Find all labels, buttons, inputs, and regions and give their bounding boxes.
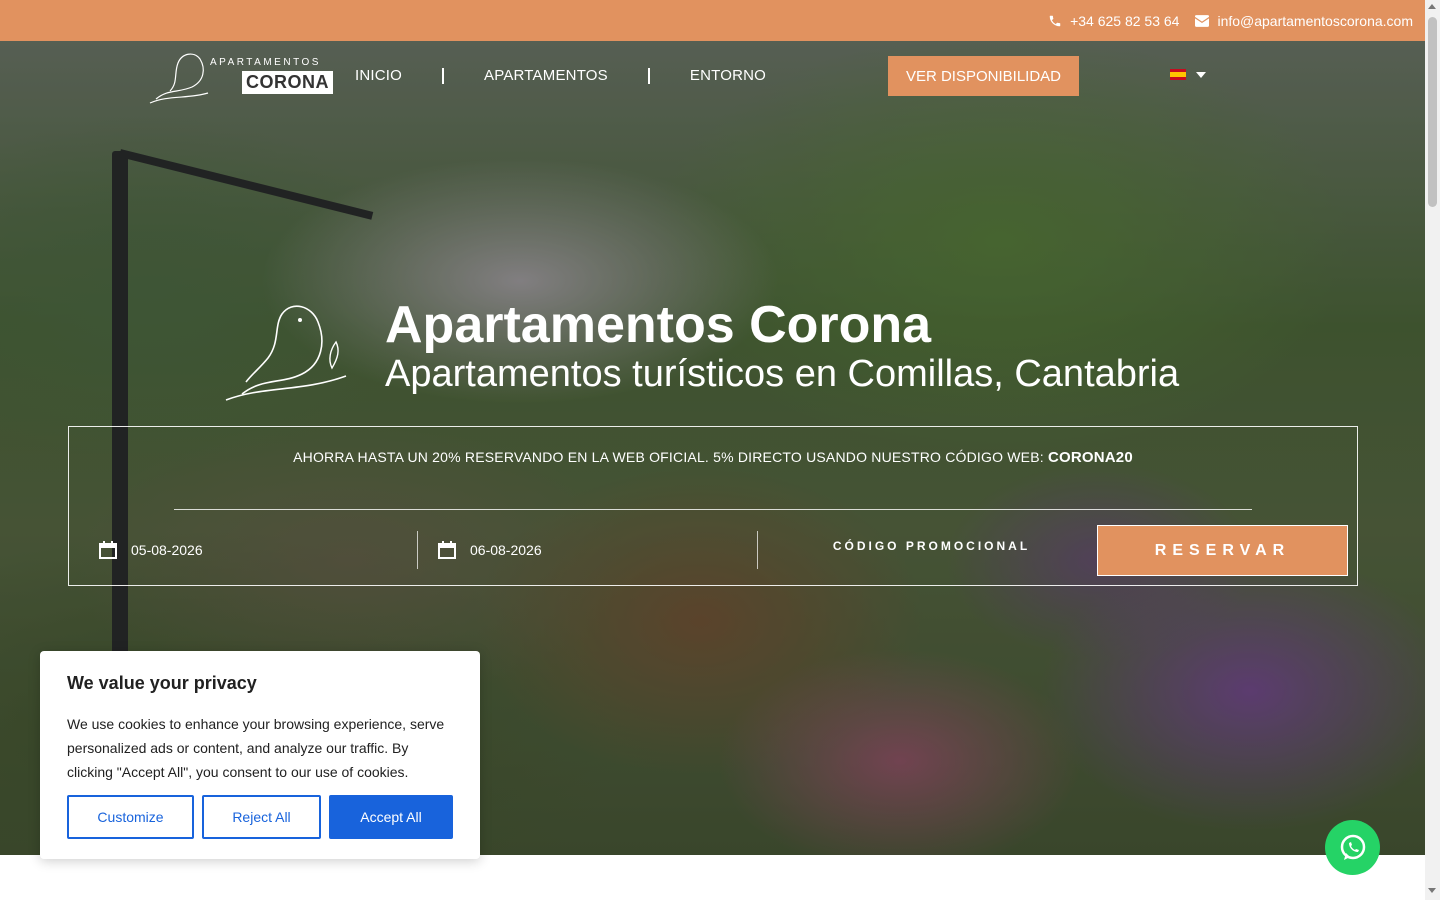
scrollbar-thumb[interactable] (1428, 17, 1437, 207)
nav-item-inicio[interactable]: INICIO (355, 67, 402, 84)
envelope-icon (1195, 14, 1210, 27)
promo-code-value: CORONA20 (1047, 449, 1133, 466)
calendar-icon (438, 541, 456, 559)
main-menu: INICIO APARTAMENTOS ENTORNO (355, 67, 766, 84)
reject-all-button[interactable]: Reject All (202, 795, 321, 839)
email-link[interactable]: info@apartamentoscorona.com (1195, 13, 1413, 29)
check-availability-button[interactable]: VER DISPONIBILIDAD (888, 56, 1079, 96)
promo-code-input[interactable]: CÓDIGO PROMOCIONAL (769, 539, 1094, 553)
language-selector[interactable] (1170, 69, 1206, 80)
nav-item-entorno[interactable]: ENTORNO (690, 67, 766, 84)
booking-divider (174, 509, 1252, 510)
scroll-up-arrow-icon[interactable] (1428, 4, 1436, 9)
accept-all-button[interactable]: Accept All (329, 795, 453, 839)
bird-emblem-icon (225, 305, 347, 401)
cookie-buttons: Customize Reject All Accept All (67, 795, 453, 839)
page-scrollbar[interactable] (1425, 0, 1440, 900)
checkin-date-value: 05-08-2026 (131, 542, 203, 558)
bird-logo-icon (149, 53, 209, 104)
checkout-date-field[interactable]: 06-08-2026 (418, 531, 758, 569)
hero-subtitle: Apartamentos turísticos en Comillas, Can… (385, 353, 1180, 395)
scroll-down-arrow-icon[interactable] (1428, 888, 1436, 893)
promo-text: AHORRA HASTA UN 20% RESERVANDO EN LA WEB… (293, 449, 1048, 465)
logo-text-big: CORONA (242, 71, 333, 94)
customize-button[interactable]: Customize (67, 795, 194, 839)
phone-number: +34 625 82 53 64 (1070, 12, 1180, 29)
nav-item-apartamentos[interactable]: APARTAMENTOS (484, 67, 608, 84)
promo-banner: AHORRA HASTA UN 20% RESERVANDO EN LA WEB… (69, 449, 1357, 466)
whatsapp-icon (1340, 834, 1365, 860)
phone-icon (1049, 15, 1061, 26)
caret-down-icon (1196, 71, 1206, 78)
booking-widget: AHORRA HASTA UN 20% RESERVANDO EN LA WEB… (68, 426, 1358, 586)
checkin-date-field[interactable]: 05-08-2026 (69, 531, 418, 569)
spain-flag-icon (1170, 69, 1186, 80)
menu-divider (647, 67, 650, 84)
calendar-icon (99, 541, 117, 559)
logo-text-small: APARTAMENTOS (210, 57, 321, 68)
cookie-body: We use cookies to enhance your browsing … (67, 716, 445, 780)
menu-divider (442, 67, 445, 84)
cookie-consent-banner: We value your privacy We use cookies to … (40, 651, 480, 859)
main-header: APARTAMENTOS CORONA INICIO APARTAMENTOS … (0, 41, 1425, 113)
email-address: info@apartamentoscorona.com (1217, 12, 1413, 29)
top-contact-bar: +34 625 82 53 64 info@apartamentoscorona… (0, 0, 1425, 41)
phone-link[interactable]: +34 625 82 53 64 (1048, 13, 1179, 29)
hero-title: Apartamentos Corona (385, 296, 932, 354)
whatsapp-button[interactable] (1325, 820, 1380, 875)
reserve-button[interactable]: RESERVAR (1097, 525, 1348, 576)
site-logo[interactable]: APARTAMENTOS CORONA (148, 49, 333, 105)
cookie-title: We value your privacy (67, 673, 257, 693)
checkout-date-value: 06-08-2026 (470, 542, 542, 558)
